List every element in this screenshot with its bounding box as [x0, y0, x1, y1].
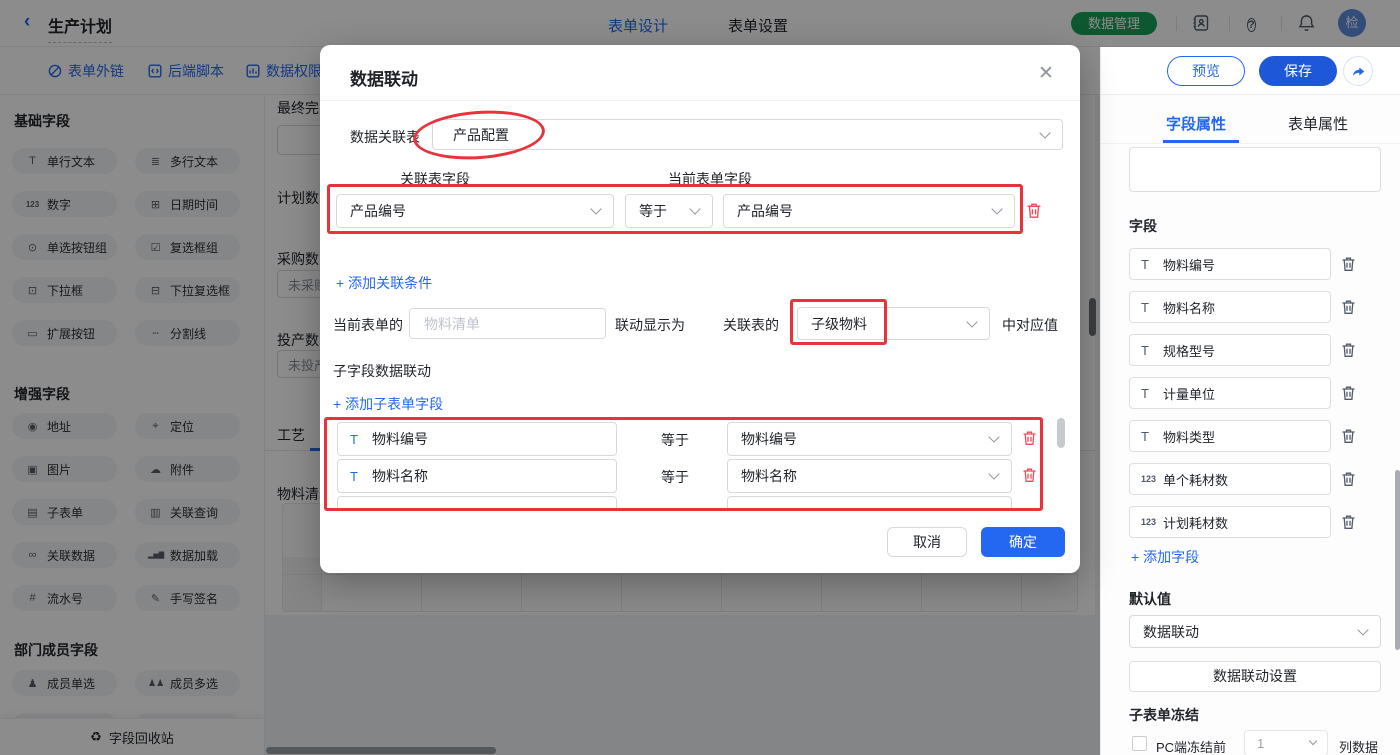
subfield-target-select[interactable]: 物料名称 — [727, 459, 1012, 493]
subform-freeze-label: 子表单冻结 — [1129, 705, 1199, 725]
subfield-scroll-area: T 物料编号 等于 物料编号 T 物料名称 等于 物料名称 — [324, 415, 1069, 509]
modal-title: 数据联动 — [350, 65, 418, 90]
panel-scrollbar[interactable] — [1395, 470, 1400, 650]
chevron-down-icon — [590, 203, 601, 214]
condition-operator-select[interactable]: 等于 — [625, 194, 713, 228]
subfield-source-box[interactable]: T 物料名称 — [337, 459, 617, 493]
delete-field-icon[interactable] — [1341, 428, 1356, 449]
data-linkage-modal: 数据联动 ✕ 数据关联表 产品配置 关联表字段 当前表单字段 产品编号 等于 产… — [320, 45, 1080, 573]
text-field-icon: T — [1141, 343, 1163, 358]
preview-button[interactable]: 预览 — [1167, 56, 1245, 86]
text-field-icon: T — [1141, 300, 1163, 315]
tab-field-properties[interactable]: 字段属性 — [1166, 113, 1226, 134]
title-input[interactable] — [1129, 147, 1381, 192]
relation-field-select[interactable]: 子级物料 — [797, 307, 990, 340]
share-arrow-icon — [1351, 64, 1366, 79]
freeze-prefix-label: PC端冻结前 — [1156, 737, 1226, 755]
add-field-link[interactable]: + 添加字段 — [1131, 547, 1199, 567]
close-icon[interactable]: ✕ — [1034, 62, 1058, 85]
text-field-icon: T — [1141, 429, 1163, 444]
delete-subfield-icon[interactable] — [1022, 430, 1037, 451]
modal-divider — [320, 100, 1080, 101]
subfield-operator: 等于 — [661, 430, 689, 450]
subfield-target-select[interactable]: 物料编号 — [727, 422, 1012, 456]
add-condition-link[interactable]: + 添加关联条件 — [336, 273, 432, 293]
number-field-icon: 123 — [1141, 517, 1163, 527]
chevron-down-icon — [1039, 127, 1050, 138]
action-bar: 预览 保存 — [1100, 47, 1400, 95]
subform-field-row[interactable]: T计量单位 — [1129, 377, 1331, 409]
delete-field-icon[interactable] — [1341, 342, 1356, 363]
pc-freeze-checkbox[interactable] — [1132, 736, 1147, 751]
subform-field-row[interactable]: T物料名称 — [1129, 291, 1331, 323]
text-field-icon: T — [350, 469, 372, 484]
subfield-source-box[interactable]: T 物料编号 — [337, 422, 617, 456]
chevron-down-icon — [1357, 624, 1368, 635]
column-header-right: 当前表单字段 — [668, 169, 752, 189]
subfield-linkage-label: 子字段数据联动 — [333, 361, 431, 381]
freeze-count-select[interactable]: 1 — [1244, 730, 1328, 755]
column-header-left: 关联表字段 — [400, 169, 470, 189]
corresponding-value-label: 中对应值 — [1002, 315, 1058, 335]
delete-field-icon[interactable] — [1341, 385, 1356, 406]
relation-table-label: 数据关联表 — [350, 127, 420, 147]
subfield-operator: 等于 — [661, 467, 689, 487]
display-as-label: 联动显示为 — [615, 315, 685, 335]
subform-field-row[interactable]: T物料编号 — [1129, 248, 1331, 280]
number-field-icon: 123 — [1141, 474, 1163, 484]
confirm-button[interactable]: 确定 — [981, 527, 1065, 557]
chevron-down-icon — [988, 468, 999, 479]
delete-field-icon[interactable] — [1341, 256, 1356, 277]
fields-section-label: 字段 — [1129, 216, 1157, 236]
freeze-suffix-label: 列数据 — [1339, 737, 1378, 755]
delete-field-icon[interactable] — [1341, 471, 1356, 492]
add-subfield-link[interactable]: + 添加子表单字段 — [333, 394, 443, 414]
condition-left-select[interactable]: 产品编号 — [336, 194, 614, 228]
current-form-field-input[interactable]: 物料清单 — [409, 308, 606, 339]
delete-field-icon[interactable] — [1341, 299, 1356, 320]
default-value-label: 默认值 — [1129, 589, 1171, 609]
chevron-down-icon — [689, 203, 700, 214]
condition-right-select[interactable]: 产品编号 — [723, 194, 1015, 228]
modal-scrollbar[interactable] — [1057, 418, 1065, 448]
subform-field-row[interactable]: T规格型号 — [1129, 334, 1331, 366]
subform-field-row[interactable]: 123单个耗材数 — [1129, 463, 1331, 495]
text-field-icon: T — [1141, 386, 1163, 401]
modal-backdrop[interactable] — [0, 0, 1400, 47]
subform-field-row[interactable]: 123计划耗材数 — [1129, 506, 1331, 538]
delete-condition-icon[interactable] — [1026, 202, 1042, 224]
chevron-down-icon — [991, 203, 1002, 214]
text-field-icon: T — [350, 432, 372, 447]
subfield-target-select[interactable] — [727, 496, 1012, 509]
chevron-down-icon — [966, 316, 977, 327]
delete-subfield-icon[interactable] — [1022, 467, 1037, 488]
default-value-select[interactable]: 数据联动 — [1129, 615, 1381, 648]
cancel-button[interactable]: 取消 — [887, 527, 967, 557]
current-form-label: 当前表单的 — [333, 315, 403, 335]
linkage-settings-button[interactable]: 数据联动设置 — [1129, 661, 1381, 692]
chevron-down-icon — [1309, 737, 1317, 745]
tab-form-properties[interactable]: 表单属性 — [1288, 113, 1348, 134]
delete-field-icon[interactable] — [1341, 514, 1356, 535]
relation-of-label: 关联表的 — [723, 315, 779, 335]
relation-table-select[interactable]: 产品配置 — [432, 119, 1063, 150]
properties-panel: 字段属性 表单属性 字段 T物料编号 T物料名称 T规格型号 T计量单位 T物料… — [1100, 95, 1400, 755]
share-button[interactable] — [1343, 56, 1373, 86]
tabs-border — [1101, 143, 1400, 144]
subfield-source-box[interactable] — [337, 496, 617, 509]
form-designer-page: ‹ 生产计划 表单设计 表单设置 数据管理 ? 检 表单外链 后端脚本 数据权限 — [0, 0, 1400, 755]
text-field-icon: T — [1141, 257, 1163, 272]
chevron-down-icon — [988, 431, 999, 442]
save-button[interactable]: 保存 — [1259, 56, 1337, 86]
subform-field-row[interactable]: T物料类型 — [1129, 420, 1331, 452]
